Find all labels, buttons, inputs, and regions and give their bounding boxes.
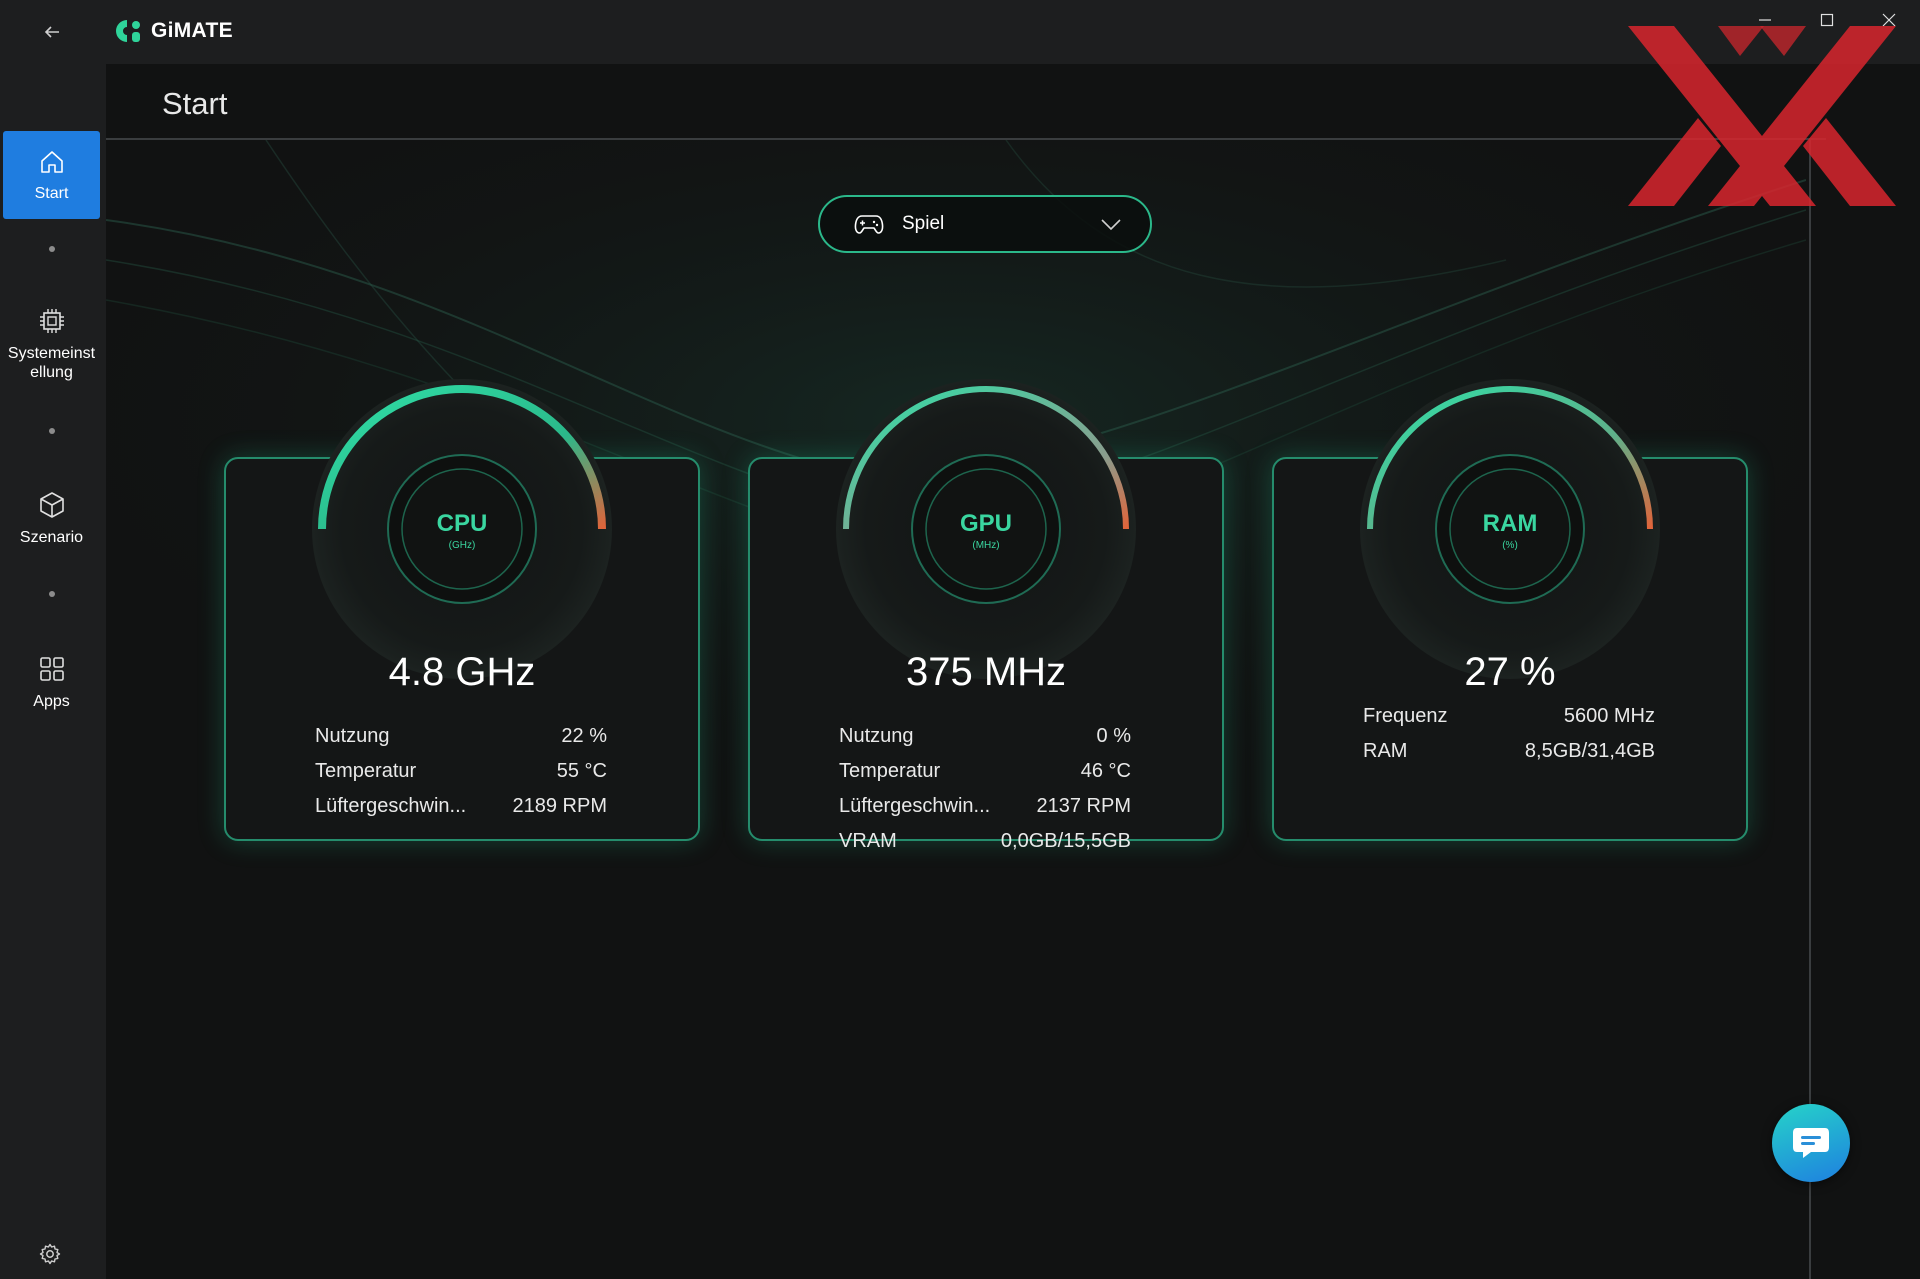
ram-gauge-unit: (%) [1502, 540, 1518, 551]
minimize-icon [1759, 19, 1771, 21]
stat-row: VRAM 0,0GB/15,5GB [839, 830, 1131, 853]
arrow-left-icon [44, 26, 59, 38]
stat-row: RAM 8,5GB/31,4GB [1363, 740, 1655, 763]
stat-value: 2137 RPM [1036, 795, 1132, 817]
sidebar-item-label: Systemeinst ellung [7, 345, 96, 381]
stat-value: 55 °C [556, 760, 607, 782]
gpu-frequency-value: 375 MHz [905, 650, 1067, 694]
stat-row: Frequenz 5600 MHz [1363, 705, 1655, 728]
maximize-icon [1820, 13, 1834, 27]
stat-row: Temperatur 55 °C [315, 760, 607, 783]
stat-label: Frequenz [1363, 705, 1448, 727]
stat-value: 46 °C [1080, 760, 1131, 782]
sidebar-item-label: Szenario [19, 528, 84, 546]
nav-separator-dot [49, 428, 55, 434]
stat-label: Lüftergeschwin... [315, 795, 467, 817]
sidebar: Start Systemeinst ellung Szenario Apps [0, 64, 106, 1279]
cpu-frequency-value: 4.8 GHz [388, 650, 536, 694]
page-title: Start [162, 86, 228, 121]
mode-dropdown[interactable]: Spiel [818, 195, 1152, 253]
gpu-gauge-title: GPU [959, 510, 1012, 537]
ram-gauge-title: RAM [1482, 510, 1538, 537]
nav-separator-dot [49, 591, 55, 597]
stat-row: Nutzung 0 % [839, 725, 1131, 748]
stat-row: Lüftergeschwin... 2189 RPM [315, 795, 607, 818]
app-name: GiMATE [151, 19, 233, 42]
stat-label: VRAM [839, 830, 897, 852]
sidebar-item-szenario[interactable]: Szenario [3, 476, 100, 560]
stat-value: 0,0GB/15,5GB [1000, 830, 1131, 852]
ram-usage-value: 27 % [1464, 650, 1556, 694]
stat-row: Lüftergeschwin... 2137 RPM [839, 795, 1131, 818]
stat-label: Temperatur [839, 760, 941, 782]
back-button[interactable] [36, 16, 68, 48]
sidebar-item-apps[interactable]: Apps [3, 640, 100, 724]
main-content: Start Spiel CPU (GHz) GPU (MHz) RAM (%) … [106, 64, 1920, 1279]
gear-icon [39, 1243, 61, 1265]
gpu-gauge-unit: (MHz) [972, 540, 1000, 551]
stat-row: Temperatur 46 °C [839, 760, 1131, 783]
stat-value: 8,5GB/31,4GB [1524, 740, 1655, 762]
xx-logo-icon [1628, 26, 1896, 206]
apps-grid-icon [39, 656, 64, 681]
chat-support-button[interactable] [1772, 1104, 1850, 1182]
sidebar-item-label: Apps [33, 692, 70, 710]
settings-button[interactable] [36, 1240, 64, 1268]
home-icon [40, 150, 63, 173]
chip-icon [39, 309, 64, 333]
stat-label: Temperatur [315, 760, 417, 782]
title-divider [106, 138, 1826, 140]
cube-icon [39, 491, 64, 518]
cpu-gauge-title: CPU [436, 510, 488, 537]
stat-value: 22 % [561, 725, 607, 747]
stat-label: Lüftergeschwin... [839, 795, 991, 817]
chat-bubble-icon [1793, 1128, 1829, 1158]
nav-separator-dot [49, 246, 55, 252]
chevron-down-icon [1101, 219, 1121, 231]
gimate-logo-icon [116, 20, 140, 42]
sidebar-item-label: Start [34, 184, 69, 202]
stat-label: RAM [1363, 740, 1408, 762]
stat-value: 5600 MHz [1563, 705, 1655, 727]
stat-value: 0 % [1096, 725, 1131, 747]
stat-value: 2189 RPM [512, 795, 608, 817]
app-brand: GiMATE [115, 18, 233, 44]
stat-row: Nutzung 22 % [315, 725, 607, 748]
sidebar-item-systemeinstellung[interactable]: Systemeinst ellung [3, 294, 100, 394]
gamepad-icon [854, 215, 884, 234]
cpu-gauge-unit: (GHz) [448, 540, 476, 551]
sidebar-item-start[interactable]: Start [3, 131, 100, 219]
close-icon [1882, 13, 1896, 27]
mode-dropdown-value: Spiel [902, 213, 945, 234]
stat-label: Nutzung [839, 725, 914, 747]
stat-label: Nutzung [315, 725, 390, 747]
